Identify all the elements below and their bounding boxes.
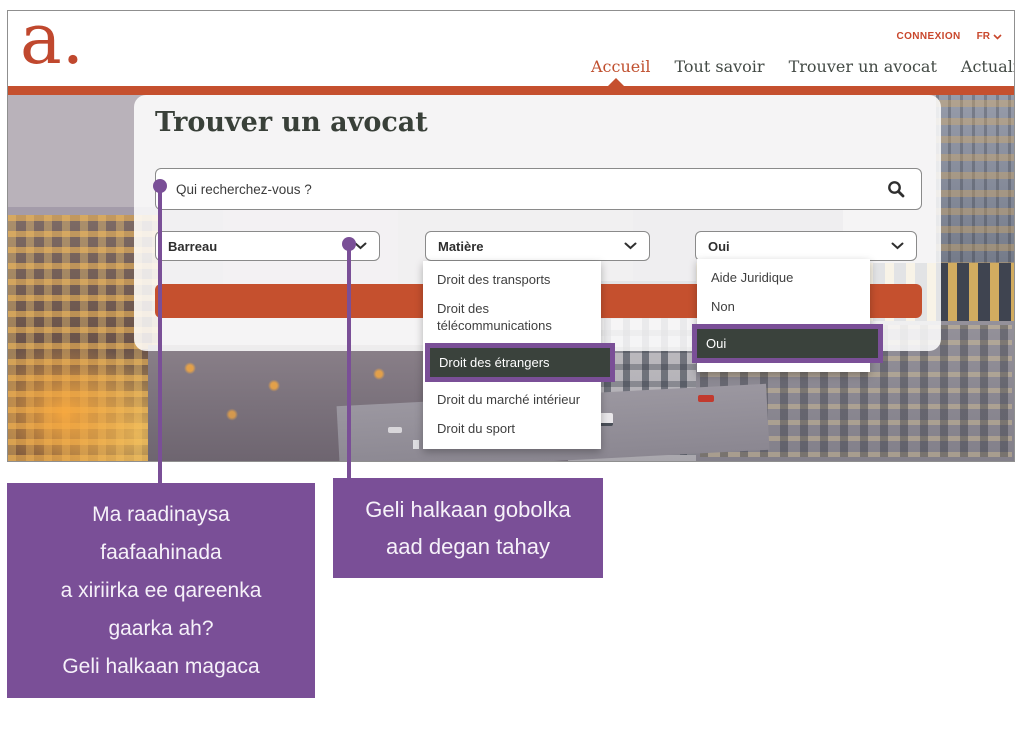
page-title: Trouver un avocat xyxy=(155,107,428,138)
nav-item-accueil[interactable]: Accueil xyxy=(591,57,650,76)
search-input[interactable] xyxy=(156,182,887,197)
menu-option-droit-des-etrangers-highlighted[interactable]: Droit des étrangers xyxy=(425,343,615,382)
callout-text-line: faafaahinada xyxy=(7,534,315,572)
chevron-down-icon xyxy=(891,242,904,250)
aide-juridique-select-label: Oui xyxy=(708,239,730,254)
search-icon[interactable] xyxy=(887,180,905,198)
menu-option-droit-des-telecommunications[interactable]: Droit des télécommunications xyxy=(423,294,601,340)
barreau-select-label: Barreau xyxy=(168,239,217,254)
annotation-line-barreau xyxy=(347,244,351,478)
menu-option-droit-des-transports[interactable]: Droit des transports xyxy=(423,265,601,294)
callout-text-line: gaarka ah? xyxy=(7,610,315,648)
matiere-dropdown-menu: Droit des transports Droit des télécommu… xyxy=(423,261,601,449)
top-links: CONNEXION FR xyxy=(896,31,1002,42)
menu-option-droit-du-sport[interactable]: Droit du sport xyxy=(423,414,601,443)
callout-text-line: a xiriirka ee qareenka xyxy=(7,572,315,610)
aide-juridique-dropdown-menu: Aide Juridique Non Oui xyxy=(697,259,870,372)
search-box xyxy=(155,168,922,210)
page: a. CONNEXION FR Accueil Tout savoir Trou… xyxy=(0,0,1024,729)
site-logo[interactable]: a. xyxy=(20,10,84,81)
callout-text-line: Ma raadinaysa xyxy=(7,496,315,534)
annotation-line-search xyxy=(158,186,162,483)
chevron-down-icon xyxy=(993,34,1002,40)
menu-option-aide-juridique[interactable]: Aide Juridique xyxy=(697,263,870,292)
site-header: a. CONNEXION FR Accueil Tout savoir Trou… xyxy=(8,11,1014,86)
active-tab-indicator xyxy=(608,78,624,86)
left-annotation-callout: Ma raadinaysa faafaahinada a xiriirka ee… xyxy=(7,483,315,698)
right-annotation-callout: Geli halkaan gobolka aad degan tahay xyxy=(333,478,603,578)
menu-option-droit-du-marche-interieur[interactable]: Droit du marché intérieur xyxy=(423,385,601,414)
matiere-select[interactable]: Matière xyxy=(425,231,650,261)
callout-text-line: aad degan tahay xyxy=(333,528,603,565)
menu-option-non[interactable]: Non xyxy=(697,292,870,321)
annotation-dot-search xyxy=(153,179,167,193)
header-accent-bar xyxy=(8,86,1014,95)
chevron-down-icon xyxy=(624,242,637,250)
language-selector[interactable]: FR xyxy=(977,31,1002,42)
callout-text-line: Geli halkaan gobolka xyxy=(333,491,603,528)
nav-item-trouver-un-avocat[interactable]: Trouver un avocat xyxy=(789,57,937,76)
callout-text-line: Geli halkaan magaca xyxy=(7,648,315,686)
matiere-select-label: Matière xyxy=(438,239,484,254)
nav-item-actualites[interactable]: Actualités xyxy=(961,57,1015,76)
annotation-dot-barreau xyxy=(342,237,356,251)
connexion-link[interactable]: CONNEXION xyxy=(896,31,960,42)
language-label: FR xyxy=(977,31,990,42)
main-nav: Accueil Tout savoir Trouver un avocat Ac… xyxy=(591,57,1015,76)
nav-item-tout-savoir[interactable]: Tout savoir xyxy=(674,57,764,76)
aide-juridique-select[interactable]: Oui xyxy=(695,231,917,261)
menu-option-oui-highlighted[interactable]: Oui xyxy=(692,324,883,363)
